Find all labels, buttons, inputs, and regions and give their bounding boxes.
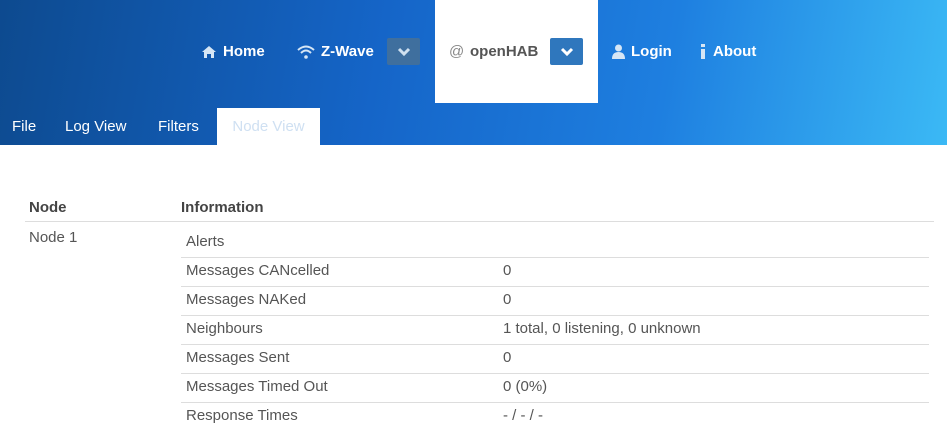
user-icon xyxy=(612,44,625,59)
column-header-node: Node xyxy=(29,199,67,216)
nav-login-label: Login xyxy=(631,43,672,60)
nav-about[interactable]: About xyxy=(699,0,756,103)
info-row-alerts: Alerts xyxy=(181,229,929,258)
nav-zwave-label: Z-Wave xyxy=(321,43,374,60)
tab-log-view[interactable]: Log View xyxy=(65,108,126,145)
info-row-value: 0 xyxy=(503,291,512,308)
wifi-icon xyxy=(297,45,315,59)
info-row-label: Messages NAKed xyxy=(186,291,307,308)
info-row-label: Messages CANcelled xyxy=(186,262,330,279)
nav-home[interactable]: Home xyxy=(201,0,265,103)
node-information-table: Alerts Messages CANcelled 0 Messages NAK… xyxy=(181,229,929,431)
tab-node-view[interactable]: Node View xyxy=(217,108,320,145)
info-row-label: Alerts xyxy=(186,233,225,250)
info-row-value: 1 total, 0 listening, 0 unknown xyxy=(503,320,701,337)
info-row-messages-cancelled: Messages CANcelled 0 xyxy=(181,258,929,287)
info-row-response-times: Response Times - / - / - xyxy=(181,403,929,431)
nav-home-label: Home xyxy=(223,43,265,60)
nav-openhab-label: openHAB xyxy=(470,43,539,60)
info-row-label: Messages Timed Out xyxy=(186,378,328,395)
column-header-information: Information xyxy=(181,199,264,216)
openhab-dropdown-button[interactable] xyxy=(550,38,583,65)
tab-filters[interactable]: Filters xyxy=(158,108,199,145)
info-row-value: 0 (0%) xyxy=(503,378,548,395)
nav-zwave[interactable]: Z-Wave xyxy=(297,0,374,103)
openhab-at-symbol: @ xyxy=(449,43,465,60)
info-row-messages-timed-out: Messages Timed Out 0 (0%) xyxy=(181,374,929,403)
chevron-down-icon xyxy=(397,47,410,56)
nav-login[interactable]: Login xyxy=(612,0,672,103)
info-row-messages-naked: Messages NAKed 0 xyxy=(181,287,929,316)
info-row-value: - / - / - xyxy=(503,407,543,424)
nav-about-label: About xyxy=(713,43,757,60)
info-row-neighbours: Neighbours 1 total, 0 listening, 0 unkno… xyxy=(181,316,929,345)
info-row-messages-sent: Messages Sent 0 xyxy=(181,345,929,374)
info-row-value: 0 xyxy=(503,262,512,279)
top-navigation: Home Z-Wave @ openHAB Login About xyxy=(0,0,947,103)
info-row-label: Response Times xyxy=(186,407,298,424)
home-icon xyxy=(202,45,216,58)
node-name-cell: Node 1 xyxy=(29,229,78,246)
tab-file[interactable]: File xyxy=(12,108,36,145)
zwave-dropdown-button[interactable] xyxy=(387,38,420,65)
table-header: Node Information xyxy=(25,199,934,222)
chevron-down-icon xyxy=(560,47,573,56)
app-header: Home Z-Wave @ openHAB Login About File L… xyxy=(0,0,947,145)
info-row-value: 0 xyxy=(503,349,512,366)
info-icon xyxy=(701,44,705,59)
info-row-label: Messages Sent xyxy=(186,349,290,366)
info-row-label: Neighbours xyxy=(186,320,263,337)
